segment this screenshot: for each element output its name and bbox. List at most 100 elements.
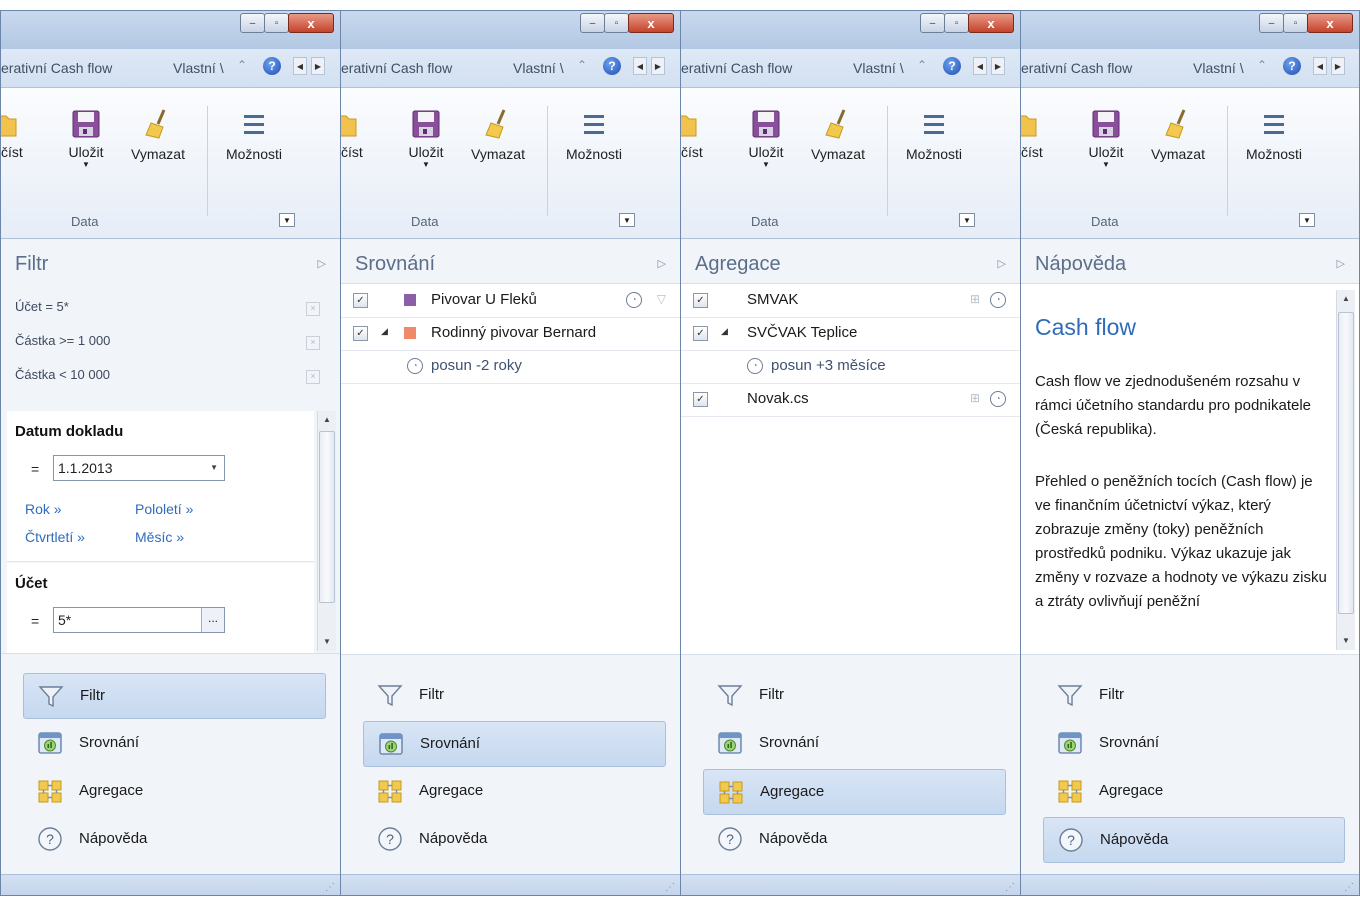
nav-compare[interactable]: Srovnání (703, 721, 1006, 767)
help-icon[interactable]: ? (603, 57, 621, 75)
list-item[interactable]: ✓ Rodinný pivovar Bernard ◢ (341, 317, 680, 351)
nav-aggregate[interactable]: Agregace (363, 769, 666, 815)
date-period-link[interactable]: Pololetí » (135, 501, 193, 517)
clock-icon[interactable]: ◔ (626, 292, 642, 308)
open-button[interactable]: číst (1, 108, 29, 160)
scroll-right-icon[interactable]: ▶ (1331, 57, 1345, 75)
scroll-left-icon[interactable]: ◀ (973, 57, 987, 75)
pin-icon[interactable]: ▷ (658, 257, 666, 270)
minimize-icon[interactable]: – (240, 13, 265, 33)
clear-button[interactable]: Vymazat (465, 108, 531, 162)
nav-help[interactable]: ? Nápověda (1043, 817, 1345, 863)
maximize-icon[interactable]: ▫ (264, 13, 289, 33)
pin-icon[interactable]: ▷ (1337, 257, 1345, 270)
minimize-icon[interactable]: – (1259, 13, 1284, 33)
dialog-launcher-icon[interactable]: ▼ (1299, 213, 1315, 227)
open-button[interactable]: číst (341, 108, 369, 160)
minimize-icon[interactable]: – (580, 13, 605, 33)
scroll-thumb[interactable] (1338, 312, 1354, 614)
tab-operativni-cash-flow[interactable]: erativní Cash flow (681, 60, 792, 76)
checkbox[interactable]: ✓ (353, 326, 368, 341)
list-item[interactable]: ◔ posun -2 roky (341, 350, 680, 384)
tab-operativni-cash-flow[interactable]: erativní Cash flow (341, 60, 452, 76)
scroll-down-icon[interactable]: ▼ (1337, 632, 1355, 650)
resize-grip-icon[interactable]: ⋰ (1005, 882, 1015, 893)
remove-filter-icon[interactable]: × (306, 370, 320, 384)
options-button[interactable]: Možnosti (1235, 108, 1313, 162)
remove-filter-icon[interactable]: × (306, 336, 320, 350)
tab-custom[interactable]: Vlastní \ (853, 60, 904, 76)
active-filter[interactable]: Částka < 10 000 (15, 367, 110, 382)
save-dropdown-icon[interactable]: ▼ (1081, 160, 1131, 169)
options-button[interactable]: Možnosti (555, 108, 633, 162)
dialog-launcher-icon[interactable]: ▼ (619, 213, 635, 227)
maximize-icon[interactable]: ▫ (1283, 13, 1308, 33)
nav-aggregate[interactable]: Agregace (1043, 769, 1345, 815)
active-filter[interactable]: Účet = 5* (15, 299, 69, 314)
scroll-left-icon[interactable]: ◀ (293, 57, 307, 75)
collapse-icon[interactable]: ◢ (721, 326, 728, 337)
dialog-launcher-icon[interactable]: ▼ (959, 213, 975, 227)
list-item[interactable]: ✓ SVČVAK Teplice ◢ (681, 317, 1020, 351)
nav-aggregate[interactable]: Agregace (703, 769, 1006, 815)
vertical-scrollbar[interactable]: ▲ ▼ (317, 411, 336, 651)
close-icon[interactable]: x (288, 13, 334, 33)
tab-custom[interactable]: Vlastní \ (513, 60, 564, 76)
maximize-icon[interactable]: ▫ (604, 13, 629, 33)
list-item[interactable]: ✓ Novak.cs ⊞ ◔ (681, 383, 1020, 417)
list-item[interactable]: ✓ Pivovar U Fleků ◔ ▽ (341, 284, 680, 318)
nav-compare[interactable]: Srovnání (363, 721, 666, 767)
help-icon[interactable]: ? (943, 57, 961, 75)
save-button[interactable]: Uložit ▼ (741, 108, 791, 169)
clear-button[interactable]: Vymazat (125, 108, 191, 162)
scroll-left-icon[interactable]: ◀ (633, 57, 647, 75)
vertical-scrollbar[interactable]: ▲ ▼ (1336, 290, 1355, 650)
nav-filter[interactable]: Filtr (23, 673, 326, 719)
save-button[interactable]: Uložit ▼ (401, 108, 451, 169)
resize-grip-icon[interactable]: ⋰ (325, 882, 335, 893)
nav-help[interactable]: ? Nápověda (703, 817, 1006, 863)
scroll-left-icon[interactable]: ◀ (1313, 57, 1327, 75)
tab-custom[interactable]: Vlastní \ (173, 60, 224, 76)
checkbox[interactable]: ✓ (693, 392, 708, 407)
dialog-launcher-icon[interactable]: ▼ (279, 213, 295, 227)
options-button[interactable]: Možnosti (895, 108, 973, 162)
open-button[interactable]: číst (1021, 108, 1049, 160)
open-button[interactable]: číst (681, 108, 709, 160)
clock-icon[interactable]: ◔ (990, 292, 1006, 308)
collapse-ribbon-icon[interactable]: ⌃ (1257, 58, 1267, 72)
nav-aggregate[interactable]: Agregace (23, 769, 326, 815)
account-browse-button[interactable]: ... (201, 608, 224, 632)
active-filter[interactable]: Částka >= 1 000 (15, 333, 110, 348)
save-button[interactable]: Uložit ▼ (1081, 108, 1131, 169)
scroll-up-icon[interactable]: ▲ (1337, 290, 1355, 308)
nav-filter[interactable]: Filtr (703, 673, 1006, 719)
save-dropdown-icon[interactable]: ▼ (741, 160, 791, 169)
nav-filter[interactable]: Filtr (1043, 673, 1345, 719)
date-period-link[interactable]: Rok » (25, 501, 62, 517)
clear-button[interactable]: Vymazat (1145, 108, 1211, 162)
tab-custom[interactable]: Vlastní \ (1193, 60, 1244, 76)
clock-icon[interactable]: ◔ (990, 391, 1006, 407)
scroll-up-icon[interactable]: ▲ (318, 411, 336, 429)
scroll-right-icon[interactable]: ▶ (991, 57, 1005, 75)
list-item[interactable]: ✓ SMVAK ⊞ ◔ (681, 284, 1020, 318)
scroll-right-icon[interactable]: ▶ (311, 57, 325, 75)
resize-grip-icon[interactable]: ⋰ (1344, 882, 1354, 893)
tab-operativni-cash-flow[interactable]: erativní Cash flow (1021, 60, 1132, 76)
close-icon[interactable]: x (1307, 13, 1353, 33)
list-item[interactable]: ◔ posun +3 měsíce (681, 350, 1020, 384)
nav-help[interactable]: ? Nápověda (23, 817, 326, 863)
close-icon[interactable]: x (628, 13, 674, 33)
clear-button[interactable]: Vymazat (805, 108, 871, 162)
checkbox[interactable]: ✓ (353, 293, 368, 308)
nav-compare[interactable]: Srovnání (1043, 721, 1345, 767)
checkbox[interactable]: ✓ (693, 326, 708, 341)
checkbox[interactable]: ✓ (693, 293, 708, 308)
tab-operativni-cash-flow[interactable]: erativní Cash flow (1, 60, 112, 76)
help-icon[interactable]: ? (263, 57, 281, 75)
options-button[interactable]: Možnosti (215, 108, 293, 162)
resize-grip-icon[interactable]: ⋰ (665, 882, 675, 893)
save-dropdown-icon[interactable]: ▼ (401, 160, 451, 169)
pin-icon[interactable]: ▷ (998, 257, 1006, 270)
